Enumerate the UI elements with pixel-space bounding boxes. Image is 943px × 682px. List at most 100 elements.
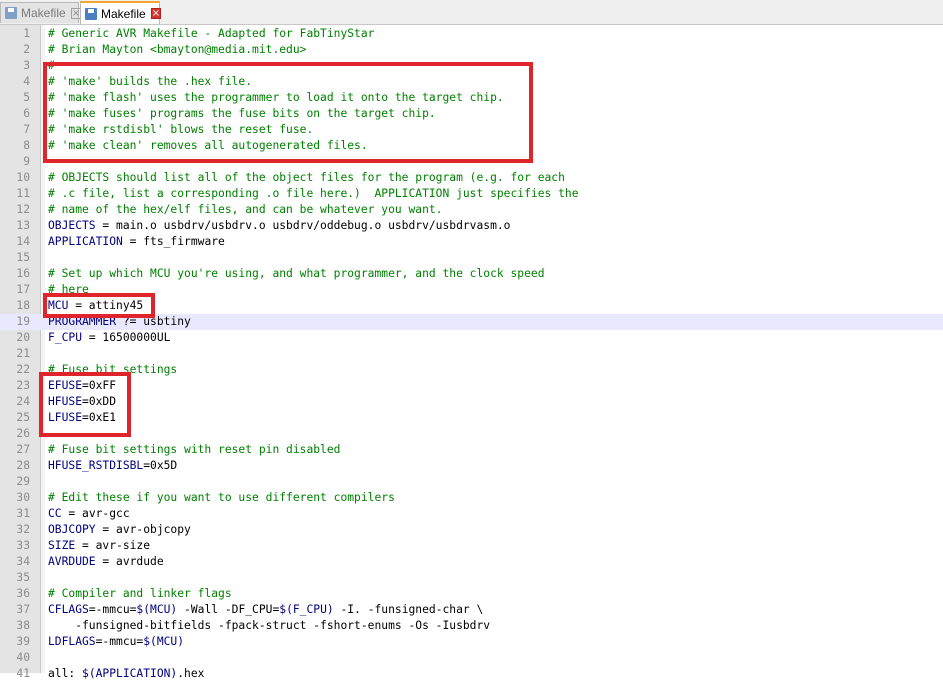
variable-value: = avr-size [75,539,151,552]
line-number: 40 [16,651,30,664]
tab-label: Makefile [101,6,146,21]
code-line[interactable]: 12 # name of the hex/elf files, and can b… [0,202,943,218]
line-number: 21 [16,347,30,360]
save-disk-icon [5,7,17,19]
variable-name: CC [48,507,62,520]
text-token: =-mmcu= [95,635,144,648]
code-line[interactable]: 22 # Fuse bit settings [0,362,943,378]
variable-name: HFUSE_RSTDISBL [48,459,144,472]
annotation-box-make-targets [43,62,533,163]
code-line[interactable]: 11 # .c file, list a corresponding .o fil… [0,186,943,202]
save-disk-icon [85,7,97,20]
code-line[interactable]: 38 -funsigned-bitfields -fpack-struct -f… [0,618,943,634]
variable-name: APPLICATION [48,235,123,248]
line-number: 8 [23,139,30,152]
code-text: CC = avr-gcc [48,506,130,522]
code-line[interactable]: 36 # Compiler and linker flags [0,586,943,602]
code-line[interactable]: 39 LDFLAGS=-mmcu=$(MCU) [0,634,943,650]
tab-bar: Makefile × Makefile × [0,0,943,25]
line-number: 2 [23,43,30,56]
line-number: 12 [16,203,30,216]
line-number: 14 [16,235,30,248]
code-line[interactable]: 35 [0,570,943,586]
code-line[interactable]: 24 HFUSE=0xDD [0,394,943,410]
code-line[interactable]: 14 APPLICATION = fts_firmware [0,234,943,250]
text-token: =-mmcu= [88,603,137,616]
code-text: -funsigned-bitfields -fpack-struct -fsho… [48,619,491,632]
text-token: -Wall -DF_CPU= [177,603,280,616]
code-line[interactable]: 32 OBJCOPY = avr-objcopy [0,522,943,538]
code-text: # Compiler and linker flags [48,587,232,600]
line-number: 19 [16,315,30,328]
code-text: all: $(APPLICATION).hex [48,666,204,682]
code-text: # name of the hex/elf files, and can be … [48,203,443,216]
line-number: 33 [16,539,30,552]
line-number: 20 [16,331,30,344]
line-number: 15 [16,251,30,264]
variable-value: = main.o usbdrv/usbdrv.o usbdrv/oddebug.… [95,219,511,232]
code-line[interactable]: 30 # Edit these if you want to use differ… [0,490,943,506]
code-text: LDFLAGS=-mmcu=$(MCU) [48,634,184,650]
code-line[interactable]: 25 LFUSE=0xE1 [0,410,943,426]
code-line[interactable]: 40 [0,650,943,666]
line-number: 25 [16,411,30,424]
code-line[interactable]: 34 AVRDUDE = avrdude [0,554,943,570]
variable-name: F_CPU [48,331,83,344]
line-number: 11 [16,187,30,200]
code-line[interactable]: 10 # OBJECTS should list all of the objec… [0,170,943,186]
line-number: 31 [16,507,30,520]
code-line[interactable]: 23 EFUSE=0xFF [0,378,943,394]
code-line[interactable]: 33 SIZE = avr-size [0,538,943,554]
code-line[interactable]: 41 all: $(APPLICATION).hex [0,666,943,682]
tab-makefile-2[interactable]: Makefile × [80,1,162,24]
variable-value: = avrdude [95,555,164,568]
code-text: # Generic AVR Makefile - Adapted for Fab… [48,27,375,40]
line-number: 4 [23,75,30,88]
tab-makefile-1[interactable]: Makefile × [0,2,82,23]
code-text: OBJECTS = main.o usbdrv/usbdrv.o usbdrv/… [48,218,511,234]
variable-value: = avr-gcc [61,507,130,520]
code-line[interactable]: 29 [0,474,943,490]
code-line[interactable]: 20 F_CPU = 16500000UL [0,330,943,346]
text-token: all: [48,667,83,680]
line-number: 38 [16,619,30,632]
line-number: 17 [16,283,30,296]
line-number: 27 [16,443,30,456]
line-number: 34 [16,555,30,568]
code-text: HFUSE_RSTDISBL=0x5D [48,458,177,474]
code-text: # Fuse bit settings with reset pin disab… [48,443,341,456]
code-line[interactable]: 21 [0,346,943,362]
code-text: CFLAGS=-mmcu=$(MCU) -Wall -DF_CPU=$(F_CP… [48,602,483,618]
variable-token: $(F_CPU) [279,603,334,616]
code-line[interactable]: 1 # Generic AVR Makefile - Adapted for Fa… [0,26,943,42]
code-text: APPLICATION = fts_firmware [48,234,225,250]
line-number: 7 [23,123,30,136]
code-text: SIZE = avr-size [48,538,150,554]
line-number: 6 [23,107,30,120]
code-text: # Edit these if you want to use differen… [48,491,395,504]
variable-name: SIZE [48,539,76,552]
code-text: # .c file, list a corresponding .o file … [48,187,579,200]
annotation-box-fuses [39,372,131,437]
code-line[interactable]: 2 # Brian Mayton <bmayton@media.mit.edu> [0,42,943,58]
code-line[interactable]: 26 [0,426,943,442]
code-line[interactable]: 16 # Set up which MCU you're using, and w… [0,266,943,282]
code-line[interactable]: 27 # Fuse bit settings with reset pin dis… [0,442,943,458]
variable-name: AVRDUDE [48,555,96,568]
close-icon[interactable]: × [150,8,162,19]
code-line[interactable]: 13 OBJECTS = main.o usbdrv/usbdrv.o usbdr… [0,218,943,234]
line-number: 9 [23,155,30,168]
line-number: 3 [23,59,30,72]
code-line[interactable]: 15 [0,250,943,266]
line-number: 22 [16,363,30,376]
line-number: 16 [16,267,30,280]
code-text: AVRDUDE = avrdude [48,554,164,570]
code-line[interactable]: 31 CC = avr-gcc [0,506,943,522]
variable-value: = 16500000UL [82,331,171,344]
text-token: .hex [177,667,205,680]
code-line[interactable]: 37 CFLAGS=-mmcu=$(MCU) -Wall -DF_CPU=$(F_… [0,602,943,618]
variable-value: = fts_firmware [122,235,225,248]
code-text: # Brian Mayton <bmayton@media.mit.edu> [48,43,307,56]
variable-value: = avr-objcopy [95,523,191,536]
code-line[interactable]: 28 HFUSE_RSTDISBL=0x5D [0,458,943,474]
